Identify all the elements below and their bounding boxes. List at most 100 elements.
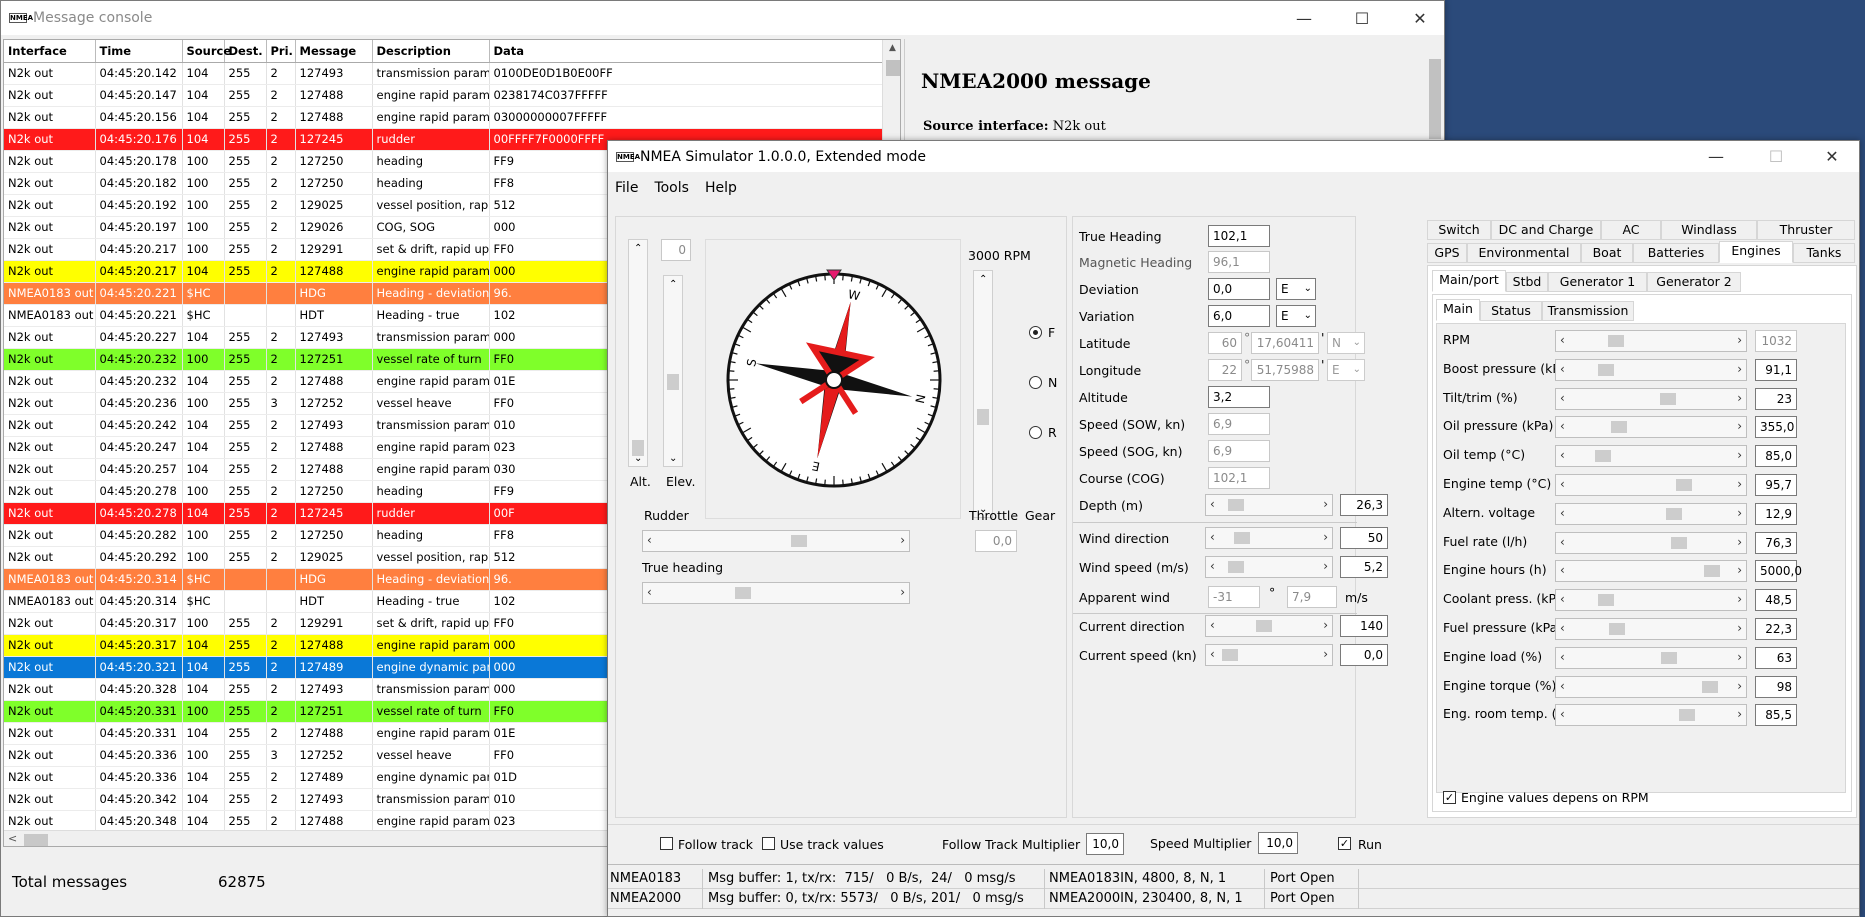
engine-param-slider[interactable]: ‹ › [1555, 589, 1747, 612]
elev-up-icon[interactable]: ⌃ [669, 279, 677, 290]
elevation-scrollbar[interactable]: ⌃ ⌄ [663, 275, 683, 467]
engine-param-value[interactable]: 48,5 [1755, 589, 1797, 612]
tab-environmental[interactable]: Environmental [1467, 243, 1581, 263]
gear-neutral-radio[interactable] [1029, 376, 1042, 389]
sim-close-button[interactable]: ✕ [1802, 141, 1862, 172]
column-header[interactable]: Pri. [266, 40, 296, 63]
menu-file[interactable]: File [615, 180, 638, 196]
deviation-dir-select[interactable]: E ⌄ [1276, 278, 1316, 300]
column-header[interactable]: Interface [4, 40, 96, 63]
throttle-thumb[interactable] [977, 409, 989, 425]
current-direction-slider[interactable]: ‹ › [1205, 615, 1333, 637]
alt-down-icon[interactable]: ⌄ [634, 453, 642, 464]
sim-maximize-button[interactable]: ☐ [1746, 141, 1806, 172]
engine-param-value[interactable]: 76,3 [1755, 531, 1797, 554]
wind-speed-input[interactable]: 5,2 [1340, 556, 1388, 578]
tab-engines[interactable]: Engines [1719, 241, 1793, 263]
tab-thruster[interactable]: Thruster [1757, 220, 1855, 240]
column-header[interactable]: Source [182, 40, 231, 63]
console-close-button[interactable]: ✕ [1391, 1, 1449, 35]
variation-input[interactable]: 6,0 [1208, 305, 1270, 327]
tab-gps[interactable]: GPS [1427, 243, 1467, 263]
engine-param-slider[interactable]: ‹ › [1555, 502, 1747, 525]
current-direction-input[interactable]: 140 [1340, 615, 1388, 637]
engine-param-thumb[interactable] [1597, 594, 1614, 607]
current-speed-input[interactable]: 0,0 [1340, 644, 1388, 666]
run-checkbox[interactable]: ✓ [1338, 837, 1351, 850]
tab-switch[interactable]: Switch [1427, 220, 1491, 240]
engine-param-thumb[interactable] [1671, 536, 1688, 549]
engine-rpm-checkbox[interactable]: ✓ [1443, 791, 1456, 804]
menu-tools[interactable]: Tools [654, 180, 689, 196]
column-header[interactable]: Description [372, 40, 490, 63]
gear-forward-radio[interactable] [1029, 326, 1042, 339]
tab-main[interactable]: Main [1436, 299, 1480, 321]
engine-param-thumb[interactable] [1659, 392, 1676, 405]
engine-param-slider[interactable]: ‹ › [1555, 646, 1747, 669]
engine-param-value[interactable]: 5000,0 [1755, 560, 1802, 583]
tab-generator-2[interactable]: Generator 2 [1647, 272, 1741, 292]
engine-param-slider[interactable]: ‹ › [1555, 618, 1747, 640]
rudder-thumb[interactable] [791, 535, 807, 547]
console-titlebar[interactable]: NMEA Message console [1, 1, 1444, 35]
engine-param-thumb[interactable] [1609, 623, 1626, 635]
engine-param-thumb[interactable] [1675, 479, 1692, 491]
gear-reverse-radio[interactable] [1029, 426, 1042, 439]
column-header[interactable]: Dest. [224, 40, 267, 63]
detail-scrollbar[interactable] [1426, 39, 1444, 139]
depth-input[interactable]: 26,3 [1340, 494, 1388, 516]
tab-status[interactable]: Status [1480, 301, 1542, 321]
engine-param-value[interactable]: 22,3 [1755, 618, 1797, 640]
tab-dc-and-charge[interactable]: DC and Charge [1491, 220, 1601, 240]
wind-speed-slider[interactable]: ‹ › [1205, 556, 1333, 578]
engine-param-slider[interactable]: ‹ › [1555, 416, 1747, 439]
table-row[interactable]: N2k out 04:45:20.142 104 255 2 127493 transmis… [4, 62, 883, 85]
menu-help[interactable]: Help [705, 180, 737, 196]
engine-param-value[interactable]: 95,7 [1755, 474, 1797, 496]
engine-param-value[interactable]: 85,0 [1755, 445, 1797, 468]
depth-thumb[interactable] [1228, 499, 1244, 511]
engine-param-slider[interactable]: ‹ › [1555, 474, 1747, 496]
table-row[interactable]: N2k out 04:45:20.147 104 255 2 127488 engine r… [4, 84, 883, 107]
elev-thumb[interactable] [667, 374, 679, 390]
wind-direction-input[interactable]: 50 [1340, 527, 1388, 549]
engine-param-slider[interactable]: ‹ › [1555, 704, 1747, 727]
wind-speed-thumb[interactable] [1228, 561, 1244, 573]
column-header[interactable]: Time [95, 40, 183, 63]
true-heading-thumb[interactable] [735, 587, 751, 599]
true-heading-input[interactable]: 102,1 [1208, 225, 1270, 247]
throttle-value[interactable]: 0,0 [975, 530, 1017, 552]
deviation-input[interactable]: 0,0 [1208, 278, 1270, 300]
follow-mult-input[interactable]: 10,0 [1086, 833, 1124, 855]
engine-param-thumb[interactable] [1661, 651, 1678, 664]
depth-slider[interactable]: ‹ › [1205, 494, 1333, 516]
wind-direction-thumb[interactable] [1234, 532, 1250, 544]
hscroll-thumb[interactable] [24, 834, 48, 846]
scroll-left-icon[interactable]: < [8, 832, 17, 845]
engine-param-slider[interactable]: ‹ › [1555, 675, 1747, 698]
variation-dir-select[interactable]: E ⌄ [1276, 305, 1316, 327]
tab-boat[interactable]: Boat [1581, 243, 1633, 263]
column-header[interactable]: Data [489, 40, 883, 63]
engine-param-slider[interactable]: ‹ › [1555, 387, 1747, 410]
engine-param-thumb[interactable] [1665, 507, 1682, 520]
altitude-input[interactable]: 3,2 [1208, 386, 1270, 408]
sim-minimize-button[interactable]: — [1686, 141, 1746, 172]
speed-mult-input[interactable]: 10,0 [1258, 832, 1298, 854]
altitude-value[interactable]: 0 [661, 239, 691, 261]
engine-param-value[interactable]: 355,0 [1755, 416, 1797, 439]
engine-param-value[interactable]: 98 [1755, 675, 1797, 698]
table-row[interactable]: N2k out 04:45:20.156 104 255 2 127488 engine r… [4, 106, 883, 129]
column-header[interactable]: Message [295, 40, 373, 63]
wind-direction-slider[interactable]: ‹ › [1205, 527, 1333, 549]
alt-up-icon[interactable]: ⌃ [634, 243, 642, 254]
rudder-slider[interactable]: ‹ › [642, 530, 910, 552]
tab-windlass[interactable]: Windlass [1661, 220, 1757, 240]
sim-titlebar[interactable]: NMEA NMEA Simulator 1.0.0.0, Extended mo… [608, 141, 1859, 172]
engine-param-slider[interactable]: ‹ › [1555, 330, 1747, 352]
tab-ac[interactable]: AC [1601, 220, 1661, 240]
engine-param-value[interactable]: 85,5 [1755, 704, 1797, 727]
engine-param-thumb[interactable] [1608, 335, 1624, 347]
tab-transmission[interactable]: Transmission [1542, 301, 1634, 321]
tab-generator-1[interactable]: Generator 1 [1548, 272, 1647, 292]
